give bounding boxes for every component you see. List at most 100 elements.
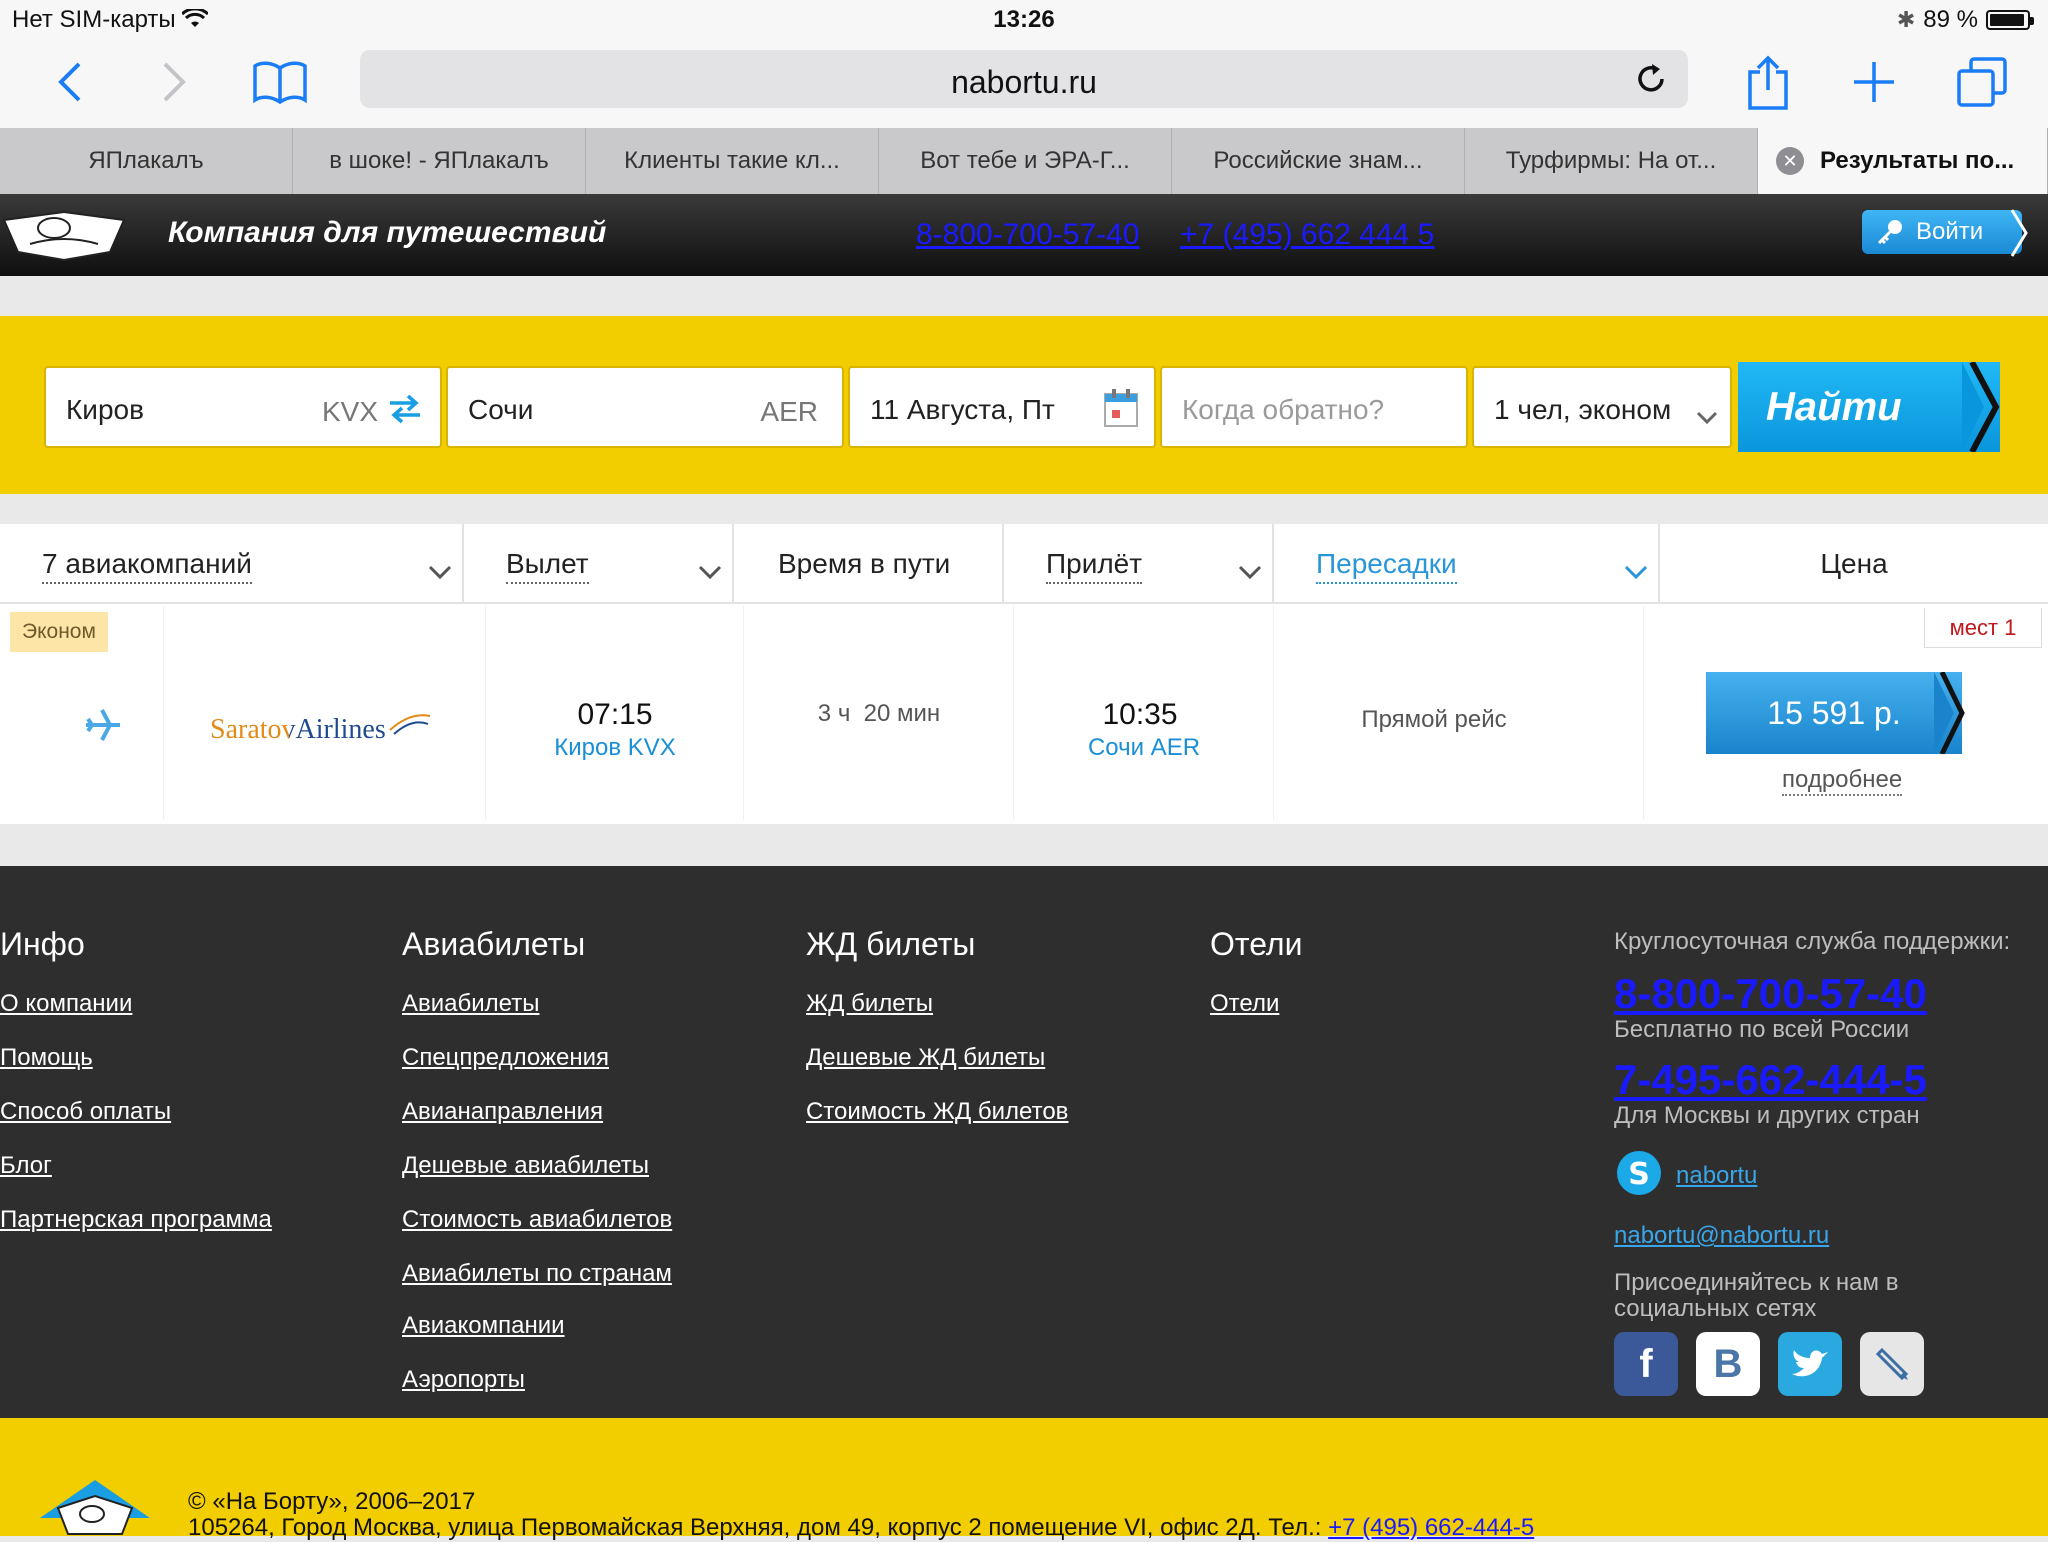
skype-link[interactable]: nabortu — [1676, 1162, 1757, 1190]
search-button-label: Найти — [1766, 384, 1902, 429]
arrival-time: 10:35 — [1102, 698, 1178, 731]
tab-label: Турфирмы: На от... — [1505, 147, 1717, 174]
search-button[interactable]: Найти — [1738, 362, 2000, 452]
sort-duration[interactable]: Время в пути — [734, 524, 1004, 604]
key-icon — [1876, 218, 1904, 253]
footer-link[interactable]: Отели — [1210, 990, 1279, 1018]
class-badge: Эконом — [10, 612, 108, 652]
details-link[interactable]: подробнее — [1782, 766, 1903, 796]
from-field[interactable]: Киров KVX — [44, 366, 442, 448]
reload-icon[interactable] — [1634, 62, 1668, 101]
footer-link[interactable]: Дешевые авиабилеты — [402, 1152, 649, 1180]
depart-date-field[interactable]: 11 Августа, Пт — [848, 366, 1156, 448]
price-button[interactable]: 15 591 р. — [1706, 672, 1962, 754]
return-date-placeholder: Когда обратно? — [1182, 394, 1385, 425]
footer-link[interactable]: Партнерская программа — [0, 1206, 272, 1234]
site-footer: Инфо О компании Помощь Способ оплаты Бло… — [0, 866, 2048, 1418]
site-logo[interactable] — [0, 198, 128, 270]
browser-tab[interactable]: Клиенты такие кл... — [586, 128, 879, 194]
footer-link[interactable]: Дешевые ЖД билеты — [806, 1044, 1045, 1072]
passengers-select[interactable]: 1 чел, эконом — [1472, 366, 1732, 448]
email-link[interactable]: nabortu@nabortu.ru — [1614, 1222, 1829, 1250]
login-button[interactable]: Войти — [1862, 210, 2022, 254]
swap-icon[interactable] — [388, 394, 422, 431]
footer-link[interactable]: Способ оплаты — [0, 1098, 171, 1126]
sort-price[interactable]: Цена — [1660, 524, 2048, 604]
browser-tabs: ЯПлакалъ в шоке! - ЯПлакалъ Клиенты таки… — [0, 128, 2048, 194]
back-icon[interactable] — [38, 50, 102, 114]
filter-airlines[interactable]: 7 авиакомпаний — [0, 524, 464, 604]
airline-logo: SaratovAirlines — [210, 714, 430, 746]
footer-hotels-title: Отели — [1210, 926, 1303, 962]
footer-link[interactable]: О компании — [0, 990, 132, 1018]
battery-icon — [1986, 10, 2034, 30]
bottom-bar: © «На Борту», 2006–2017 105264, Город Мо… — [0, 1418, 2048, 1541]
skype-icon: S — [1614, 1148, 1664, 1203]
flight-duration: 3 ч 20 мин — [817, 700, 941, 727]
site-tagline: Компания для путешествий — [168, 216, 607, 249]
filter-transfers-label: Пересадки — [1316, 548, 1457, 584]
footer-avia-title: Авиабилеты — [402, 926, 586, 962]
calendar-icon[interactable] — [1104, 388, 1138, 435]
address-bar[interactable]: nabortu.ru — [360, 50, 1688, 108]
header-phone-link[interactable]: +7 (495) 662 444 5 — [1180, 218, 1434, 252]
login-arrow-icon — [2010, 208, 2030, 263]
footer-link[interactable]: Стоимость авиабилетов — [402, 1206, 672, 1234]
address-phone-link[interactable]: +7 (495) 662-444-5 — [1328, 1514, 1534, 1541]
browser-tab[interactable]: ЯПлакалъ — [0, 128, 293, 194]
footer-link[interactable]: Авианаправления — [402, 1098, 603, 1126]
header-phone-link[interactable]: 8-800-700-57-40 — [916, 218, 1140, 252]
footer-link[interactable]: Стоимость ЖД билетов — [806, 1098, 1068, 1126]
footer-link[interactable]: ЖД билеты — [806, 990, 933, 1018]
duration-cell: 3 ч 20 мин — [744, 606, 1014, 820]
airline-cell: SaratovAirlines — [164, 606, 486, 820]
vk-icon[interactable]: B — [1696, 1332, 1760, 1396]
twitter-icon[interactable] — [1778, 1332, 1842, 1396]
browser-tab[interactable]: Вот тебе и ЭРА-Г... — [879, 128, 1172, 194]
footer-link[interactable]: Спецпредложения — [402, 1044, 609, 1072]
to-field[interactable]: Сочи AER — [446, 366, 844, 448]
address-text: 105264, Город Москва, улица Первомайская… — [188, 1514, 1322, 1541]
to-city: Сочи — [468, 394, 534, 425]
sort-departure[interactable]: Вылет — [464, 524, 734, 604]
facebook-icon[interactable]: f — [1614, 1332, 1678, 1396]
transfers-value: Прямой рейс — [1361, 706, 1507, 733]
return-date-field[interactable]: Когда обратно? — [1160, 366, 1468, 448]
browser-tab[interactable]: Турфирмы: На от... — [1465, 128, 1758, 194]
tab-label: Вот тебе и ЭРА-Г... — [920, 147, 1130, 174]
tabs-overview-icon[interactable] — [1950, 50, 2014, 114]
footer-link[interactable]: Аэропорты — [402, 1366, 525, 1394]
browser-tab-active[interactable]: ✕ Результаты по... — [1758, 128, 2048, 194]
close-tab-icon[interactable]: ✕ — [1776, 147, 1804, 175]
footer-link[interactable]: Блог — [0, 1152, 52, 1180]
bluetooth-icon: ✱ — [1896, 7, 1916, 32]
arrival-place: Сочи AER — [1087, 734, 1201, 761]
tab-label: Результаты по... — [1820, 147, 2015, 174]
search-arrow-icon — [1962, 360, 2002, 457]
status-bar: Нет SIM-карты 13:26 ✱ 89 % — [0, 0, 2048, 40]
status-time: 13:26 — [993, 6, 1055, 33]
forward-icon[interactable] — [142, 50, 206, 114]
browser-tab[interactable]: Российские знам... — [1172, 128, 1465, 194]
support-title: Круглосуточная служба поддержки: — [1614, 928, 2011, 955]
footer-link[interactable]: Помощь — [0, 1044, 93, 1072]
support-phone-link[interactable]: 8-800-700-57-40 — [1614, 970, 1927, 1018]
browser-tab[interactable]: в шоке! - ЯПлакалъ — [293, 128, 586, 194]
footer-link[interactable]: Авиабилеты — [402, 990, 539, 1018]
support-phone-link[interactable]: 7-495-662-444-5 — [1614, 1056, 1927, 1104]
transfers-cell: Прямой рейс — [1274, 606, 1644, 820]
share-icon[interactable] — [1736, 50, 1800, 114]
sort-arrival[interactable]: Прилёт — [1004, 524, 1274, 604]
footer-logo[interactable] — [40, 1478, 150, 1541]
plane-icon — [84, 706, 122, 749]
site-header: Компания для путешествий 8-800-700-57-40… — [0, 194, 2048, 276]
from-code: KVX — [321, 396, 378, 427]
footer-link[interactable]: Авиабилеты по странам — [402, 1260, 672, 1288]
new-tab-icon[interactable] — [1842, 50, 1906, 114]
search-form: Киров KVX Сочи AER 11 Августа, Пт Когда … — [0, 316, 2048, 494]
footer-link[interactable]: Авиакомпании — [402, 1312, 565, 1340]
copyright: © «На Борту», 2006–2017 — [188, 1488, 476, 1515]
filter-transfers[interactable]: Пересадки — [1274, 524, 1660, 604]
livejournal-icon[interactable] — [1860, 1332, 1924, 1396]
bookmarks-icon[interactable] — [248, 50, 312, 114]
